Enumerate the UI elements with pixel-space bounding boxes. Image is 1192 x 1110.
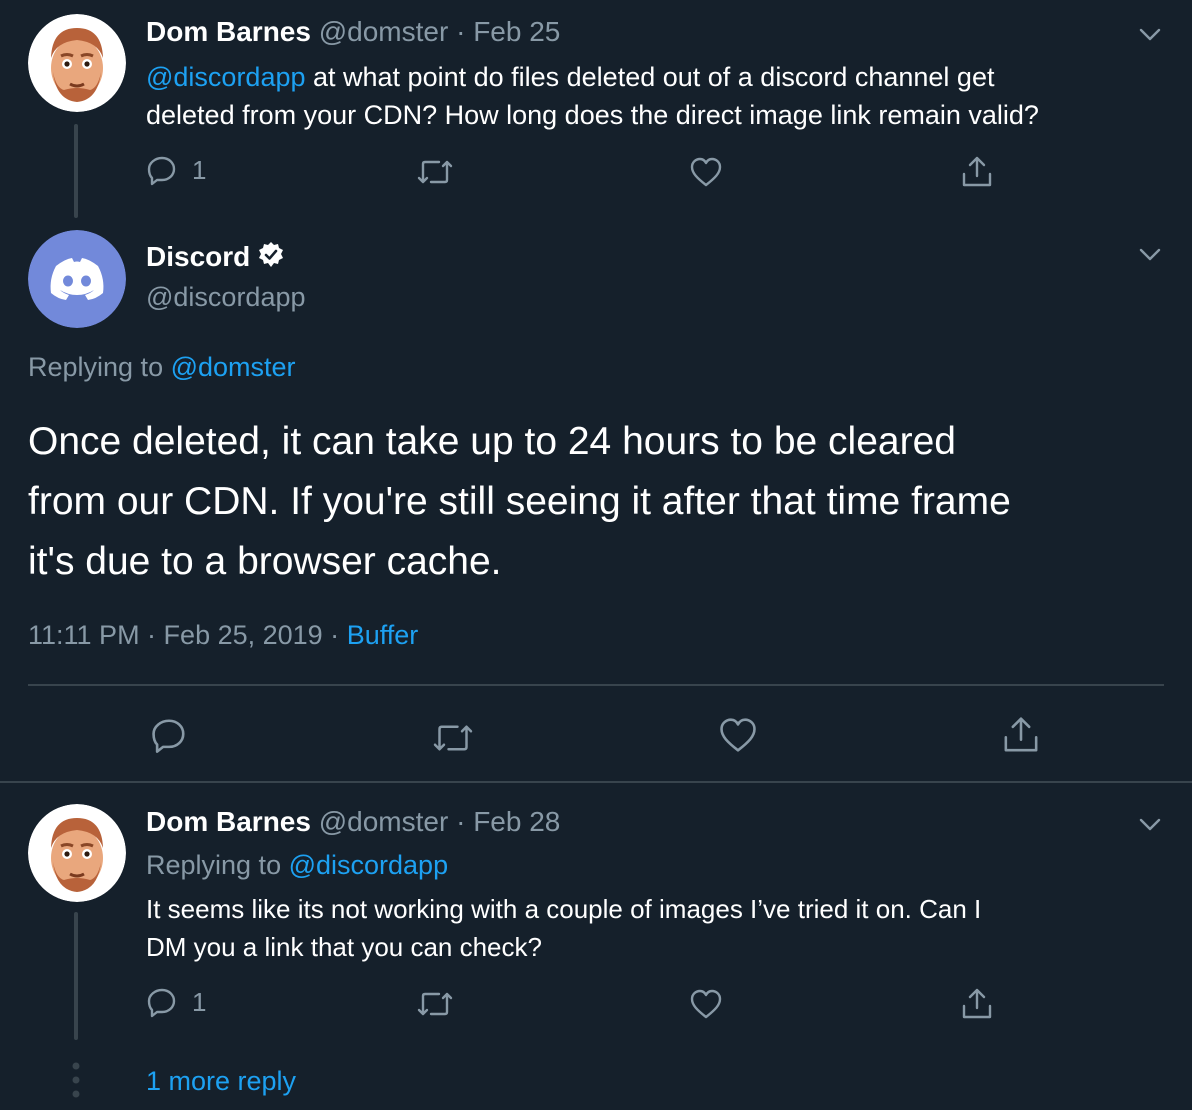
replying-to-link[interactable]: @domster	[171, 352, 296, 382]
timestamp[interactable]: 11:11 PM · Feb 25, 2019 ·	[28, 620, 347, 650]
like-icon[interactable]	[689, 156, 723, 188]
verified-badge-icon	[256, 240, 286, 270]
author-handle[interactable]: @domster	[319, 16, 449, 47]
divider	[28, 684, 1164, 686]
reply-button[interactable]: 1	[146, 154, 206, 186]
mention-link[interactable]: @discordapp	[146, 62, 306, 92]
separator: ·	[456, 806, 466, 837]
replying-to-link[interactable]: @discordapp	[289, 850, 449, 880]
avatar-dom-barnes[interactable]	[28, 804, 126, 902]
tweet-text-line: it's due to a browser cache.	[28, 540, 502, 583]
replying-to: Replying to @domster	[28, 352, 296, 383]
chevron-down-icon[interactable]	[1138, 814, 1162, 834]
reply-count: 1	[192, 154, 207, 185]
discord-logo-icon	[28, 230, 126, 328]
retweet-icon[interactable]	[415, 988, 455, 1020]
tweet-text-line: from our CDN. If you're still seeing it …	[28, 480, 1011, 523]
thread-line	[74, 912, 78, 1040]
source-link[interactable]: Buffer	[347, 620, 419, 650]
main-author: Discord	[146, 240, 286, 273]
reply-count: 1	[192, 986, 207, 1017]
author-name[interactable]: Dom Barnes	[146, 806, 311, 837]
share-icon[interactable]	[959, 986, 995, 1022]
separator: ·	[456, 16, 466, 47]
reply-button[interactable]: 1	[146, 986, 206, 1018]
replying-to: Replying to @discordapp	[146, 850, 448, 881]
like-icon[interactable]	[689, 988, 723, 1020]
retweet-icon[interactable]	[430, 720, 476, 756]
tweet-timestamp: 11:11 PM · Feb 25, 2019 · Buffer	[28, 620, 418, 651]
chevron-down-icon[interactable]	[1138, 24, 1162, 44]
author-name[interactable]: Discord	[146, 241, 250, 272]
reply-icon[interactable]	[150, 716, 188, 754]
reply-icon	[146, 154, 178, 186]
share-icon[interactable]	[959, 154, 995, 190]
avatar-dom-barnes[interactable]	[28, 14, 126, 112]
replying-label: Replying to	[146, 850, 289, 880]
like-icon[interactable]	[718, 716, 758, 754]
author-handle[interactable]: @discordapp	[146, 282, 306, 313]
tweet-text: @discordapp at what point do files delet…	[146, 58, 1176, 134]
share-icon[interactable]	[1000, 714, 1042, 756]
author-handle[interactable]: @domster	[319, 806, 449, 837]
tweet-text-line: Once deleted, it can take up to 24 hours…	[28, 420, 956, 463]
more-replies-link[interactable]: 1 more reply	[146, 1066, 296, 1097]
more-replies-dots-icon	[70, 1062, 82, 1107]
chevron-down-icon[interactable]	[1138, 244, 1162, 264]
tweet-text-line: DM you a link that you can check?	[146, 932, 542, 962]
tweet-text: It seems like its not working with a cou…	[146, 890, 1176, 966]
thread-line	[74, 124, 78, 218]
tweet-header: Dom Barnes @domster · Feb 28	[146, 806, 560, 838]
retweet-icon[interactable]	[415, 156, 455, 188]
reply-icon	[146, 986, 178, 1018]
tweet-date[interactable]: Feb 25	[473, 16, 560, 47]
main-tweet-text: Once deleted, it can take up to 24 hours…	[28, 412, 1178, 592]
replying-label: Replying to	[28, 352, 171, 382]
tweet-thread: Dom Barnes @domster · Feb 25 @discordapp…	[0, 0, 1192, 1110]
tweet-date[interactable]: Feb 28	[473, 806, 560, 837]
author-name[interactable]: Dom Barnes	[146, 16, 311, 47]
tweet-text-line: at what point do files deleted out of a …	[305, 62, 995, 92]
tweet-text-line: It seems like its not working with a cou…	[146, 894, 982, 924]
tweet-text-line: deleted from your CDN? How long does the…	[146, 100, 1039, 130]
avatar-discord[interactable]	[28, 230, 126, 328]
tweet-header: Dom Barnes @domster · Feb 25	[146, 16, 560, 48]
divider	[0, 781, 1192, 783]
